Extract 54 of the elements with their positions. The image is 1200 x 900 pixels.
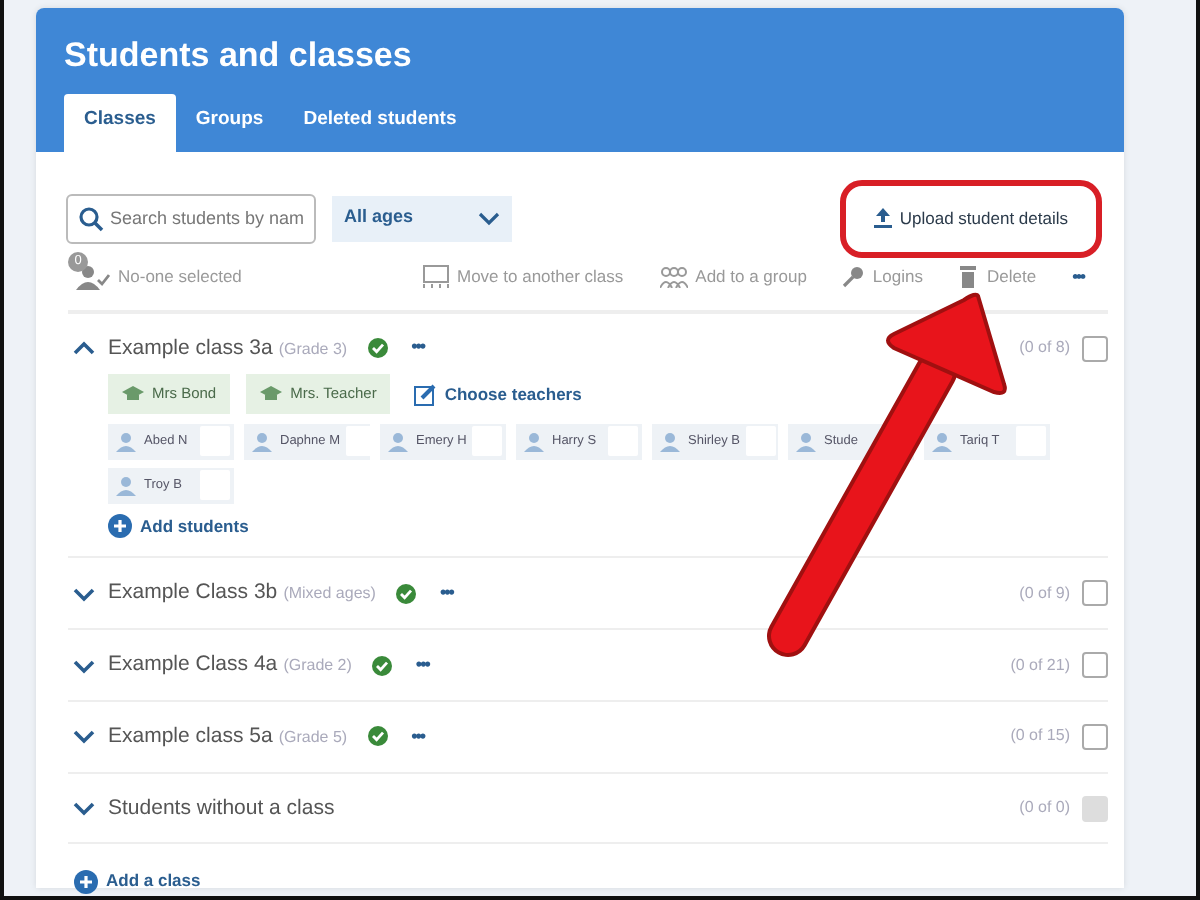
search-field[interactable]: Search students by nam	[66, 193, 316, 244]
checkbox[interactable]	[1082, 335, 1108, 362]
person-icon	[524, 431, 546, 452]
student-count: (0 of 0)	[1019, 796, 1070, 821]
class-name: Students without a class	[108, 795, 335, 820]
add-students-link[interactable]: Add students	[108, 513, 249, 539]
key-icon	[842, 265, 865, 288]
student-count: (0 of 21)	[1010, 653, 1070, 678]
class-name: Example Class 3b	[108, 580, 278, 605]
checkbox[interactable]	[1082, 580, 1108, 607]
edit-icon	[414, 383, 437, 406]
more-button[interactable]: •••	[1072, 263, 1084, 290]
student-count: (0 of 8)	[1019, 336, 1070, 361]
person-icon	[388, 431, 410, 452]
class-grade: (Grade 2)	[283, 656, 352, 675]
more-button[interactable]: •••	[411, 651, 433, 679]
student-count: (0 of 9)	[1019, 581, 1070, 606]
age-dropdown[interactable]: All ages	[332, 195, 512, 242]
person-icon	[252, 431, 274, 452]
more-button[interactable]: •••	[435, 580, 457, 608]
graduation-cap-icon	[122, 386, 144, 403]
move-icon	[421, 264, 449, 289]
person-icon	[932, 431, 954, 452]
person-icon	[660, 431, 682, 452]
checkbox[interactable]	[1082, 652, 1108, 679]
student-count: (0 of 15)	[1010, 724, 1070, 749]
choose-teachers-link[interactable]: Choose teachers	[414, 381, 582, 407]
chevron-down-icon	[478, 211, 500, 226]
class-grade: (Mixed ages)	[283, 584, 376, 603]
class-grade: (Grade 3)	[278, 339, 348, 358]
person-icon	[796, 431, 818, 452]
class-grade: (Grade 5)	[278, 727, 348, 746]
class-name: Example class 5a	[108, 723, 273, 748]
more-button[interactable]: •••	[407, 723, 429, 751]
class-name: Example class 3a	[108, 335, 273, 360]
tab[interactable]: Classes	[64, 94, 176, 152]
person-icon	[116, 431, 138, 452]
more-button[interactable]: •••	[407, 334, 429, 362]
checkbox[interactable]	[1082, 723, 1108, 750]
upload-button[interactable]: Upload student details	[857, 197, 1084, 240]
upload-icon	[873, 208, 892, 229]
search-icon	[78, 205, 104, 232]
class-name: Example Class 4a	[108, 652, 278, 677]
tab[interactable]: Groups	[175, 94, 284, 152]
person-check-icon	[76, 263, 110, 290]
plus-circle-icon	[108, 514, 132, 539]
add-class-link[interactable]: Add a class	[74, 868, 201, 895]
person-icon	[116, 475, 138, 496]
graduation-cap-icon	[260, 386, 283, 403]
group-icon	[659, 265, 688, 288]
tab[interactable]: Deleted students	[283, 94, 477, 152]
page-title: Students and classes	[64, 36, 414, 77]
selection-status: No-one selected	[118, 263, 242, 290]
trash-icon	[958, 265, 979, 288]
